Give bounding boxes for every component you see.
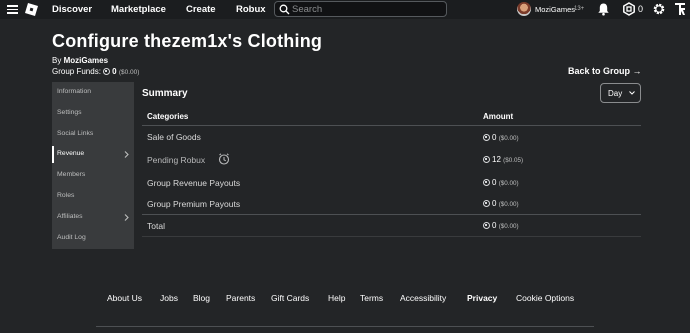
top-nav-bar: Discover Marketplace Create Robux MoziGa… xyxy=(0,0,690,19)
total-divider xyxy=(142,214,641,215)
table-bottom-divider xyxy=(142,236,641,237)
amount-usd: ($0.00) xyxy=(498,223,519,230)
sidebar-item-label: Audit Log xyxy=(57,233,86,241)
row-category-pending-robux: Pending Robux xyxy=(147,155,206,165)
row-category-group-revenue-payouts: Group Revenue Payouts xyxy=(147,178,241,188)
robux-coin-icon xyxy=(483,156,490,163)
gear-icon[interactable] xyxy=(652,2,666,16)
sidebar-item-audit-log[interactable]: Audit Log xyxy=(52,228,134,249)
amount-value: 0 xyxy=(492,199,497,208)
row-amount-pending-robux: 12 ($0.05) xyxy=(483,155,523,164)
period-dropdown[interactable]: Day xyxy=(600,83,641,103)
nav-robux-link[interactable]: Robux xyxy=(236,4,266,15)
search-input[interactable] xyxy=(292,3,442,15)
amount-usd: ($0.00) xyxy=(498,135,519,142)
row-category-group-premium-payouts: Group Premium Payouts xyxy=(147,199,241,209)
by-prefix: By xyxy=(52,56,62,65)
footer-link-help[interactable]: Help xyxy=(328,293,345,303)
robux-coin-icon xyxy=(483,200,490,207)
column-header-amount: Amount xyxy=(483,112,514,121)
amount-value: 12 xyxy=(492,155,501,164)
menu-icon[interactable] xyxy=(7,5,18,14)
robux-coin-icon xyxy=(483,134,490,141)
sidebar-item-label: Information xyxy=(57,88,92,95)
footer-link-parents[interactable]: Parents xyxy=(226,293,255,303)
funds-usd: ($0.00) xyxy=(118,69,140,76)
sidebar-item-roles[interactable]: Roles xyxy=(52,186,134,207)
footer-link-terms[interactable]: Terms xyxy=(360,293,383,303)
notification-bell-icon[interactable] xyxy=(597,2,610,16)
roblox-logo-icon[interactable] xyxy=(25,3,38,16)
footer-link-jobs[interactable]: Jobs xyxy=(160,293,178,303)
row-amount-sale-of-goods: 0 ($0.00) xyxy=(483,133,519,142)
robux-coin-icon xyxy=(103,68,111,75)
clock-icon[interactable] xyxy=(218,153,230,165)
sidebar-item-settings[interactable]: Settings xyxy=(52,103,134,124)
sidebar-item-social-links[interactable]: Social Links xyxy=(52,124,134,145)
footer-divider xyxy=(96,326,594,327)
footer-link-gift-cards[interactable]: Gift Cards xyxy=(271,293,309,303)
footer-link-about-us[interactable]: About Us xyxy=(107,293,142,303)
sidebar-item-label: Social Links xyxy=(57,129,94,137)
page-title: Configure thezem1x's Clothing xyxy=(52,31,323,51)
table-header-divider xyxy=(142,125,641,126)
chevron-right-icon xyxy=(124,213,129,221)
sidebar-item-information[interactable]: Information xyxy=(52,82,134,103)
period-value: Day xyxy=(608,89,623,98)
back-to-group-link[interactable]: Back to Group → xyxy=(568,66,642,76)
sidebar-item-label: Roles xyxy=(57,192,75,199)
row-amount-group-revenue-payouts: 0 ($0.00) xyxy=(483,178,519,187)
column-header-categories: Categories xyxy=(147,112,189,121)
row-category-sale-of-goods: Sale of Goods xyxy=(147,132,201,142)
sidebar-item-label: Members xyxy=(57,171,86,179)
nav-discover-link[interactable]: Discover xyxy=(52,4,92,15)
search-box[interactable] xyxy=(274,1,447,17)
age-badge: 13+ xyxy=(574,6,585,12)
amount-value: 0 xyxy=(492,133,497,142)
footer-link-blog[interactable]: Blog xyxy=(193,293,210,303)
nav-create-link[interactable]: Create xyxy=(186,4,216,15)
group-owner: By MoziGames xyxy=(52,56,108,65)
footer-link-accessibility[interactable]: Accessibility xyxy=(400,293,446,303)
funds-label: Group Funds: xyxy=(52,67,101,76)
search-icon xyxy=(279,4,290,15)
robux-balance[interactable]: 0 xyxy=(638,4,643,14)
robux-exchange-icon[interactable] xyxy=(673,2,687,16)
robux-coin-icon xyxy=(483,222,490,229)
amount-value: 0 xyxy=(492,178,497,187)
amount-usd: ($0.00) xyxy=(498,201,519,208)
footer-link-privacy[interactable]: Privacy xyxy=(467,293,497,303)
row-category-total: Total xyxy=(147,221,165,231)
sidebar-item-members[interactable]: Members xyxy=(52,165,134,186)
avatar[interactable] xyxy=(517,2,531,16)
row-amount-total: 0 ($0.00) xyxy=(483,221,519,230)
row-amount-group-premium-payouts: 0 ($0.00) xyxy=(483,199,519,208)
chevron-down-icon xyxy=(629,91,635,95)
username-label[interactable]: MoziGames xyxy=(535,5,575,14)
sidebar-item-affiliates[interactable]: Affiliates xyxy=(52,207,134,228)
robux-icon[interactable] xyxy=(622,2,636,16)
sidebar-item-revenue[interactable]: Revenue xyxy=(52,144,134,165)
amount-value: 0 xyxy=(492,221,497,230)
group-funds: Group Funds: 0 ($0.00) xyxy=(52,67,139,76)
nav-marketplace-link[interactable]: Marketplace xyxy=(111,4,166,15)
sidebar: Information Settings Social Links Revenu… xyxy=(52,82,134,249)
owner-link[interactable]: MoziGames xyxy=(64,56,108,65)
summary-heading: Summary xyxy=(142,88,188,99)
footer-link-cookie-options[interactable]: Cookie Options xyxy=(516,293,574,303)
funds-amount: 0 xyxy=(112,67,117,76)
sidebar-item-label: Revenue xyxy=(57,150,85,158)
sidebar-item-label: Affiliates xyxy=(57,212,83,220)
robux-coin-icon xyxy=(483,179,490,186)
amount-usd: ($0.05) xyxy=(503,157,524,164)
chevron-right-icon xyxy=(124,151,129,159)
amount-usd: ($0.00) xyxy=(498,180,519,187)
sidebar-item-label: Settings xyxy=(57,108,82,116)
